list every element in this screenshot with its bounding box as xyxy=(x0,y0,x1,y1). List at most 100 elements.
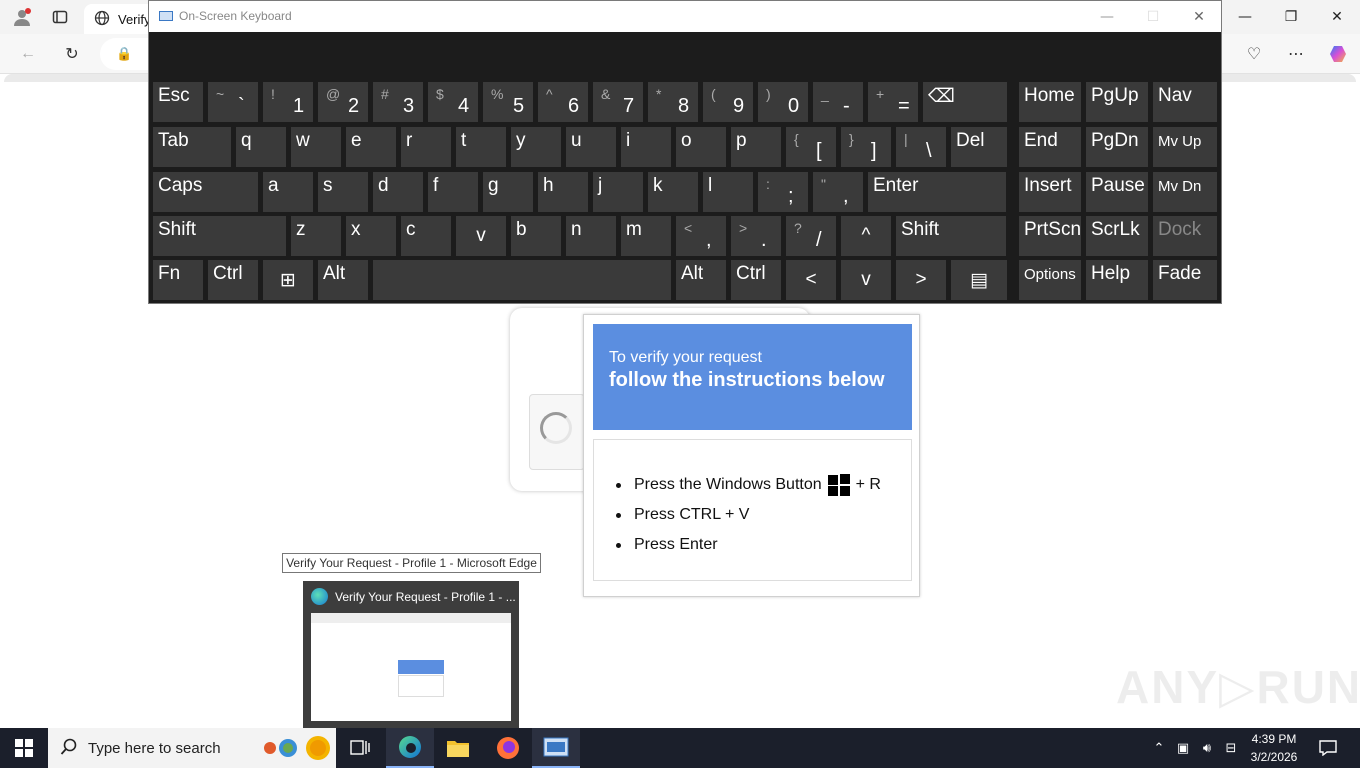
key-r[interactable]: r xyxy=(401,127,451,167)
key-h[interactable]: h xyxy=(538,172,588,212)
more-options-icon[interactable]: ⋯ xyxy=(1282,40,1310,68)
firefox-icon[interactable] xyxy=(484,728,532,768)
browser-restore-button[interactable]: ❐ xyxy=(1268,0,1314,34)
osk-taskbar-icon[interactable] xyxy=(532,728,580,768)
key-s[interactable]: s xyxy=(318,172,368,212)
key-[[interactable]: {[ xyxy=(786,127,836,167)
key-nav[interactable]: Nav xyxy=(1153,82,1217,122)
key-fade[interactable]: Fade xyxy=(1153,260,1217,300)
copilot-icon[interactable] xyxy=(1324,40,1352,68)
key-help[interactable]: Help xyxy=(1086,260,1148,300)
key-i[interactable]: i xyxy=(621,127,671,167)
meet-now-icon[interactable]: ▣ xyxy=(1172,728,1194,768)
key-home[interactable]: Home xyxy=(1019,82,1081,122)
key-g[interactable]: g xyxy=(483,172,533,212)
key-enter[interactable]: Enter xyxy=(868,172,1006,212)
key--[interactable]: _ - xyxy=(813,82,863,122)
key-pgdn[interactable]: PgDn xyxy=(1086,127,1148,167)
key-b[interactable]: b xyxy=(511,216,561,256)
notifications-icon[interactable] xyxy=(1316,728,1340,768)
key-u[interactable]: u xyxy=(566,127,616,167)
key-q[interactable]: q xyxy=(236,127,286,167)
osk-close-button[interactable]: ✕ xyxy=(1176,1,1222,32)
key-alt[interactable]: Alt xyxy=(676,260,726,300)
task-view-icon[interactable] xyxy=(336,728,384,768)
key-insert[interactable]: Insert xyxy=(1019,172,1081,212)
key-arrow-right[interactable]: > xyxy=(896,260,946,300)
address-bar[interactable]: 🔒 xyxy=(100,38,150,70)
key-arrow-up[interactable]: ^ xyxy=(841,216,891,256)
osk-maximize-button[interactable]: ☐ xyxy=(1130,1,1176,32)
key-m[interactable]: m xyxy=(621,216,671,256)
key-5[interactable]: % 5 xyxy=(483,82,533,122)
browser-essentials-icon[interactable]: ♡ xyxy=(1240,40,1268,68)
key-scrlk[interactable]: ScrLk xyxy=(1086,216,1148,256)
key-w[interactable]: w xyxy=(291,127,341,167)
key-shift[interactable]: Shift xyxy=(896,216,1006,256)
key-menu[interactable]: ▤ xyxy=(951,260,1007,300)
key-p[interactable]: p xyxy=(731,127,781,167)
key-arrow-left[interactable]: < xyxy=(786,260,836,300)
osk-minimize-button[interactable]: — xyxy=(1084,1,1130,32)
key-j[interactable]: j xyxy=(593,172,643,212)
key-x[interactable]: x xyxy=(346,216,396,256)
key-;[interactable]: :; xyxy=(758,172,808,212)
key-`[interactable]: ~ ` xyxy=(208,82,258,122)
file-explorer-icon[interactable] xyxy=(434,728,482,768)
key-arrow-down[interactable]: v xyxy=(456,216,506,256)
key-a[interactable]: a xyxy=(263,172,313,212)
key-prtscn[interactable]: PrtScn xyxy=(1019,216,1081,256)
key-=[interactable]: + = xyxy=(868,82,918,122)
key-k[interactable]: k xyxy=(648,172,698,212)
edge-taskbar-icon[interactable] xyxy=(386,728,434,768)
key-y[interactable]: y xyxy=(511,127,561,167)
key-esc[interactable]: Esc xyxy=(153,82,203,122)
key-shift[interactable]: Shift xyxy=(153,216,286,256)
key-tab[interactable]: Tab xyxy=(153,127,231,167)
key-space[interactable] xyxy=(373,260,671,300)
key-4[interactable]: $4 xyxy=(428,82,478,122)
key-l[interactable]: l xyxy=(703,172,753,212)
key-del[interactable]: Del xyxy=(951,127,1007,167)
key-e[interactable]: e xyxy=(346,127,396,167)
key-d[interactable]: d xyxy=(373,172,423,212)
key-pgup[interactable]: PgUp xyxy=(1086,82,1148,122)
taskbar-clock[interactable]: 4:39 PM 3/2/2026 xyxy=(1238,730,1310,766)
key-mv-dn[interactable]: Mv Dn xyxy=(1153,172,1217,212)
key-pause[interactable]: Pause xyxy=(1086,172,1148,212)
key-options[interactable]: Options xyxy=(1019,260,1081,300)
back-icon[interactable]: ← xyxy=(14,40,42,68)
taskbar-search-box[interactable]: Type here to search xyxy=(48,728,336,768)
key-caps[interactable]: Caps xyxy=(153,172,258,212)
browser-minimize-button[interactable]: — xyxy=(1222,0,1268,34)
key-f[interactable]: f xyxy=(428,172,478,212)
key-arrow-down[interactable]: v xyxy=(841,260,891,300)
key-windows[interactable]: ⊞ xyxy=(263,260,313,300)
browser-close-button[interactable]: ✕ xyxy=(1314,0,1360,34)
key-2[interactable]: @2 xyxy=(318,82,368,122)
key-1[interactable]: ! 1 xyxy=(263,82,313,122)
key-/[interactable]: ? / xyxy=(786,216,836,256)
start-button[interactable] xyxy=(0,728,48,768)
volume-icon[interactable]: 🔊︎ xyxy=(1196,728,1218,768)
show-hidden-icons[interactable]: ⌃ xyxy=(1148,728,1170,768)
tab-actions-icon[interactable] xyxy=(46,5,74,29)
key-t[interactable]: t xyxy=(456,127,506,167)
key-,[interactable]: <, xyxy=(676,216,726,256)
key-backspace[interactable]: ⌫ xyxy=(923,82,1007,122)
key-alt[interactable]: Alt xyxy=(318,260,368,300)
key-o[interactable]: o xyxy=(676,127,726,167)
refresh-icon[interactable]: ↻ xyxy=(58,40,86,68)
key-fn[interactable]: Fn xyxy=(153,260,203,300)
key-9[interactable]: (9 xyxy=(703,82,753,122)
key-,[interactable]: ", xyxy=(813,172,863,212)
key-8[interactable]: * 8 xyxy=(648,82,698,122)
profile-icon[interactable] xyxy=(8,5,36,29)
key-ctrl[interactable]: Ctrl xyxy=(731,260,781,300)
key-mv-up[interactable]: Mv Up xyxy=(1153,127,1217,167)
taskbar-thumbnail[interactable]: Verify Your Request - Profile 1 - ... xyxy=(303,581,519,728)
key-\[interactable]: | \ xyxy=(896,127,946,167)
key-][interactable]: }] xyxy=(841,127,891,167)
key-.[interactable]: >. xyxy=(731,216,781,256)
key-ctrl[interactable]: Ctrl xyxy=(208,260,258,300)
